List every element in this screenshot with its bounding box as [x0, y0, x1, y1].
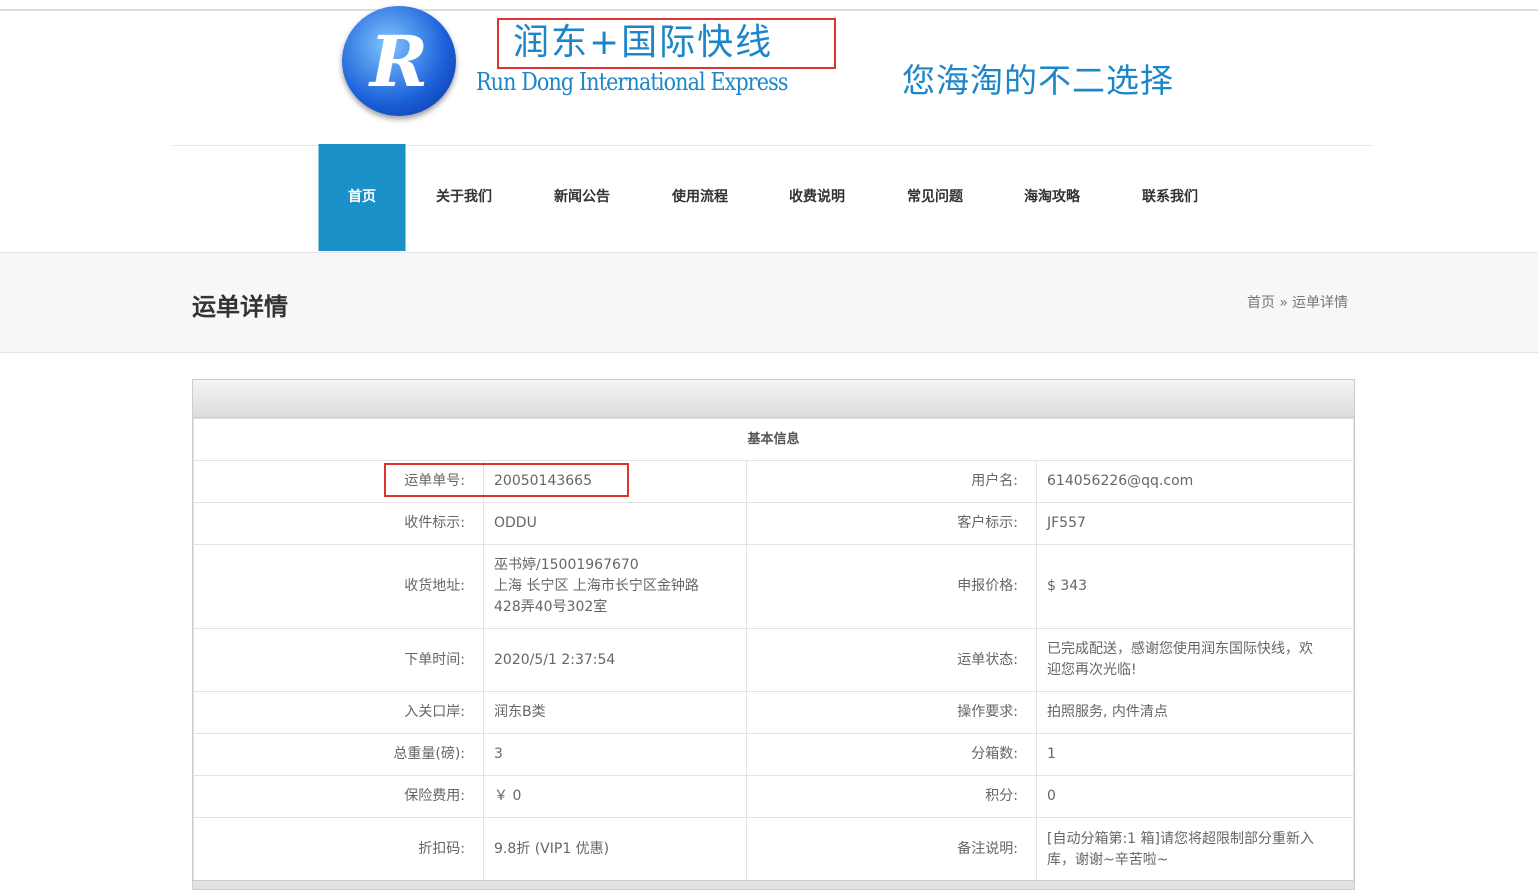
field-value: 已完成配送，感谢您使用润东国际快线，欢 迎您再次光临!: [1036, 628, 1354, 692]
field-label: 操作要求:: [746, 691, 1037, 734]
field-label: 申报价格:: [746, 544, 1037, 629]
table-row: 运单单号: 20050143665 用户名: 614056226@qq.com: [193, 460, 1354, 503]
panel-footer: [192, 880, 1355, 890]
main-nav: 首页 关于我们 新闻公告 使用流程 收费说明 常见问题 海淘攻略 联系我们: [0, 144, 1538, 251]
field-value: ￥ 0: [483, 775, 747, 818]
field-label: 入关口岸:: [193, 691, 484, 734]
nav-contact[interactable]: 联系我们: [1142, 144, 1198, 251]
field-value: 9.8折 (VIP1 优惠): [483, 817, 747, 882]
page-title: 运单详情: [192, 293, 288, 321]
field-value: 1: [1036, 733, 1354, 776]
brand-name-cn: 润东+国际快线: [497, 18, 836, 69]
field-value: 2020/5/1 2:37:54: [483, 628, 747, 692]
field-label: 客户标示:: [746, 502, 1037, 545]
section-title: 基本信息: [193, 418, 1354, 461]
panel-header: [193, 380, 1354, 418]
nav-process[interactable]: 使用流程: [672, 144, 728, 251]
field-value: JF557: [1036, 502, 1354, 545]
field-value: 润东B类: [483, 691, 747, 734]
table-row: 保险费用: ￥ 0 积分: 0: [193, 775, 1354, 818]
field-label: 用户名:: [746, 460, 1037, 503]
breadcrumb-home[interactable]: 首页 »: [1247, 295, 1288, 311]
field-value: 3: [483, 733, 747, 776]
nav-home[interactable]: 首页: [318, 144, 406, 251]
field-label: 运单单号:: [193, 460, 484, 503]
nav-guide[interactable]: 海淘攻略: [1024, 144, 1080, 251]
nav-fees[interactable]: 收费说明: [789, 144, 845, 251]
top-divider: [0, 9, 1538, 11]
table-row: 入关口岸: 润东B类 操作要求: 拍照服务, 内件清点: [193, 691, 1354, 734]
field-label: 收货地址:: [193, 544, 484, 629]
table-row: 收件标示: ODDU 客户标示: JF557: [193, 502, 1354, 545]
nav-news[interactable]: 新闻公告: [554, 144, 610, 251]
field-label: 收件标示:: [193, 502, 484, 545]
nav-about[interactable]: 关于我们: [436, 144, 492, 251]
field-label: 分箱数:: [746, 733, 1037, 776]
table-row: 下单时间: 2020/5/1 2:37:54 运单状态: 已完成配送，感谢您使用润东国…: [193, 628, 1354, 692]
field-value: 0: [1036, 775, 1354, 818]
field-value: [自动分箱第:1 箱]请您将超限制部分重新入 库，谢谢~辛苦啦~: [1036, 817, 1354, 882]
field-value: $ 343: [1036, 544, 1354, 629]
field-value: ODDU: [483, 502, 747, 545]
brand-name-en: Run Dong International Express: [476, 68, 788, 96]
slogan: 您海淘的不二选择: [902, 61, 1174, 100]
field-value: 巫书婷/15001967670 上海 长宁区 上海市长宁区金钟路 428弄40号…: [483, 544, 747, 629]
nav-faq[interactable]: 常见问题: [907, 144, 963, 251]
waybill-table: 基本信息 运单单号: 20050143665 用户名: 614056226@qq.co…: [193, 418, 1354, 882]
field-label: 下单时间:: [193, 628, 484, 692]
field-label: 运单状态:: [746, 628, 1037, 692]
breadcrumb-current: 运单详情: [1292, 295, 1348, 311]
field-label: 积分:: [746, 775, 1037, 818]
field-value: 614056226@qq.com: [1036, 460, 1354, 503]
field-value: 拍照服务, 内件清点: [1036, 691, 1354, 734]
table-row: 总重量(磅): 3 分箱数: 1: [193, 733, 1354, 776]
field-label: 保险费用:: [193, 775, 484, 818]
field-label: 总重量(磅):: [193, 733, 484, 776]
breadcrumb: 首页 » 运单详情: [1247, 292, 1348, 312]
table-row: 折扣码: 9.8折 (VIP1 优惠) 备注说明: [自动分箱第:1 箱]请您将超限制…: [193, 817, 1354, 882]
field-value: 20050143665: [483, 460, 747, 503]
field-label: 折扣码:: [193, 817, 484, 882]
field-label: 备注说明:: [746, 817, 1037, 882]
waybill-panel: 基本信息 运单单号: 20050143665 用户名: 614056226@qq.co…: [192, 379, 1355, 883]
logo-icon[interactable]: R: [342, 6, 456, 116]
table-row: 收货地址: 巫书婷/15001967670 上海 长宁区 上海市长宁区金钟路 42…: [193, 544, 1354, 629]
page-title-band: 运单详情 首页 » 运单详情: [0, 252, 1538, 353]
